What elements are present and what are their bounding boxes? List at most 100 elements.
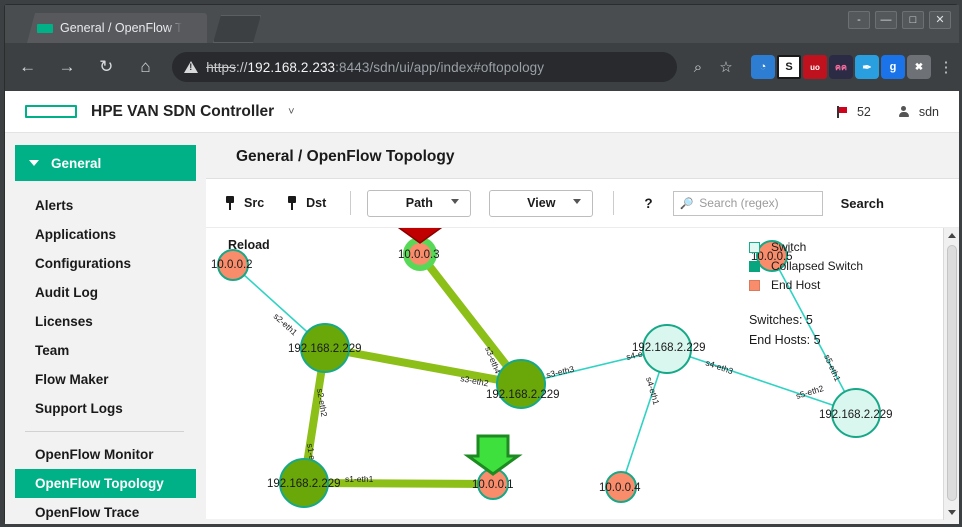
scrollbar-thumb[interactable] xyxy=(947,245,957,501)
search-input[interactable] xyxy=(697,195,823,211)
window-close-button[interactable]: ✕ xyxy=(929,11,951,29)
sidebar-item-audit-log[interactable]: Audit Log xyxy=(15,278,196,307)
view-dropdown-label: View xyxy=(527,196,556,210)
url-scheme: https xyxy=(206,59,236,75)
legend-row-end-host: End Host xyxy=(748,278,863,292)
legend-label-switch: Switch xyxy=(770,240,807,254)
help-button[interactable]: ? xyxy=(644,196,652,211)
sidebar-item-team[interactable]: Team xyxy=(15,336,196,365)
reload-link[interactable]: Reload xyxy=(228,238,270,252)
home-icon[interactable]: ⌂ xyxy=(129,50,162,84)
bookmark-star-icon[interactable]: ☆ xyxy=(713,54,739,80)
sidebar-divider xyxy=(25,431,184,432)
canvas-scrollbar[interactable] xyxy=(943,228,959,520)
reload-icon[interactable]: ↻ xyxy=(90,50,123,84)
node-label-h4: 10.0.0.4 xyxy=(599,482,641,494)
extension-1-icon[interactable]: ◔ xyxy=(751,55,775,79)
node-label-s5: 192.168.2.229 xyxy=(819,409,893,421)
search-button[interactable]: Search xyxy=(841,196,884,211)
sidebar-item-openflow-topology[interactable]: OpenFlow Topology xyxy=(15,469,196,498)
extension-5-icon[interactable]: ✒ xyxy=(855,55,879,79)
sidebar-item-label: OpenFlow Trace xyxy=(35,505,140,520)
user-avatar-icon[interactable] xyxy=(898,106,910,118)
pin-icon xyxy=(286,196,298,210)
extension-6-icon[interactable]: g xyxy=(881,55,905,79)
sidebar-item-flow-maker[interactable]: Flow Maker xyxy=(15,365,196,394)
alerts-count: 52 xyxy=(856,105,871,119)
app-header: HPE VAN SDN Controller ˅ 52 sdn xyxy=(5,91,959,133)
scroll-up-arrow-icon[interactable] xyxy=(944,228,959,243)
toolbar-right: ⌕ ☆ ◔ S uo ฅฅ ✒ g ✖ ⋮ xyxy=(685,54,959,80)
node-label-s2: 192.168.2.229 xyxy=(288,343,362,355)
zoom-out-icon[interactable]: ⌕ xyxy=(685,54,711,80)
browser-toolbar: ← → ↻ ⌂ https://192.168.2.233:8443/sdn/u… xyxy=(5,43,959,91)
sidebar-item-applications[interactable]: Applications xyxy=(15,220,196,249)
sidebar-item-openflow-trace[interactable]: OpenFlow Trace xyxy=(15,498,196,524)
node-label-s1: 192.168.2.229 xyxy=(267,478,341,490)
window-shade-button[interactable]: - xyxy=(848,11,870,29)
sidebar-item-label: Flow Maker xyxy=(35,372,109,387)
sidebar-item-configurations[interactable]: Configurations xyxy=(15,249,196,278)
browser-window: General / OpenFlow Top × - — □ ✕ ← → ↻ ⌂… xyxy=(4,4,959,524)
search-input-wrapper[interactable]: 🔍 xyxy=(672,190,823,216)
sidebar-item-licenses[interactable]: Licenses xyxy=(15,307,196,336)
address-bar[interactable]: https://192.168.2.233:8443/sdn/ui/app/in… xyxy=(172,52,677,82)
node-label-s3: 192.168.2.229 xyxy=(486,389,560,401)
edge-label-s4-eth1: s4-eth1 xyxy=(644,376,662,406)
url-separator: :// xyxy=(235,59,248,75)
sidebar-item-label: Support Logs xyxy=(35,401,123,416)
window-controls: - — □ ✕ xyxy=(848,11,951,29)
dst-marker-icon xyxy=(463,434,523,476)
dst-label: Dst xyxy=(306,196,327,210)
not-secure-warning-icon[interactable] xyxy=(184,61,199,73)
back-icon[interactable]: ← xyxy=(11,50,44,84)
tab-title: General / OpenFlow Top xyxy=(60,21,182,35)
view-dropdown[interactable]: View xyxy=(489,189,594,217)
src-pin-button[interactable]: Src xyxy=(224,196,264,210)
browser-tab[interactable]: General / OpenFlow Top xyxy=(27,13,207,43)
end-host-swatch-icon xyxy=(748,279,760,291)
dst-pin-button[interactable]: Dst xyxy=(286,196,326,210)
path-dropdown[interactable]: Path xyxy=(367,189,472,217)
sidebar-item-openflow-monitor[interactable]: OpenFlow Monitor xyxy=(15,440,196,469)
topology-toolbar: Src Dst Path View ? 🔍 Search (regex) Sea… xyxy=(206,178,959,227)
topology-canvas[interactable]: Reload s2-eth1 s3-eth4 s3-eth2 s2-eth2 s… xyxy=(206,227,959,520)
scroll-down-arrow-icon[interactable] xyxy=(944,505,959,520)
user-name: sdn xyxy=(918,105,939,119)
sidebar-item-support-logs[interactable]: Support Logs xyxy=(15,394,196,423)
chevron-down-icon[interactable]: ˅ xyxy=(288,106,294,118)
alerts-flag-icon[interactable] xyxy=(836,106,848,118)
sidebar-item-label: Alerts xyxy=(35,198,74,213)
src-label: Src xyxy=(244,196,265,210)
window-minimize-button[interactable]: — xyxy=(875,11,897,29)
page-title: General / OpenFlow Topology xyxy=(236,148,455,165)
node-label-h3: 10.0.0.3 xyxy=(398,249,440,261)
node-label-s4: 192.168.2.229 xyxy=(632,342,706,354)
page-body: General Alerts Applications Configuratio… xyxy=(5,133,959,524)
sidebar-item-label: Audit Log xyxy=(35,285,98,300)
sidebar-item-label: Applications xyxy=(35,227,117,242)
sidebar-item-alerts[interactable]: Alerts xyxy=(15,191,196,220)
extension-4-icon[interactable]: ฅฅ xyxy=(829,55,853,79)
edge-label-s3-eth3: s3-eth3 xyxy=(545,364,575,380)
search-icon: 🔍 xyxy=(679,197,694,210)
forward-icon[interactable]: → xyxy=(50,50,83,84)
legend-row-collapsed-switch: Collapsed Switch xyxy=(748,259,863,273)
switch-swatch-icon xyxy=(748,241,760,253)
tab-strip: General / OpenFlow Top × - — □ ✕ xyxy=(5,5,959,43)
switches-count: Switches: 5 xyxy=(748,313,813,327)
edge-label-s2-eth1: s2-eth1 xyxy=(272,311,300,338)
extension-3-icon[interactable]: uo xyxy=(803,55,827,79)
sidebar-item-label: Licenses xyxy=(35,314,93,329)
extension-7-icon[interactable]: ✖ xyxy=(907,55,931,79)
window-maximize-button[interactable]: □ xyxy=(902,11,924,29)
sidebar-item-label: OpenFlow Monitor xyxy=(35,447,154,462)
edge-label-s1-eth1: s1-eth1 xyxy=(345,474,374,484)
topology-legend: Switch Collapsed Switch End Host Switche… xyxy=(748,240,863,350)
app-header-right: 52 sdn xyxy=(836,91,939,133)
extension-2-icon[interactable]: S xyxy=(777,55,801,79)
sidebar-group-general[interactable]: General xyxy=(15,145,196,181)
browser-menu-icon[interactable]: ⋮ xyxy=(933,54,959,80)
sidebar-group-label: General xyxy=(51,155,102,171)
new-tab-button[interactable] xyxy=(213,15,261,43)
